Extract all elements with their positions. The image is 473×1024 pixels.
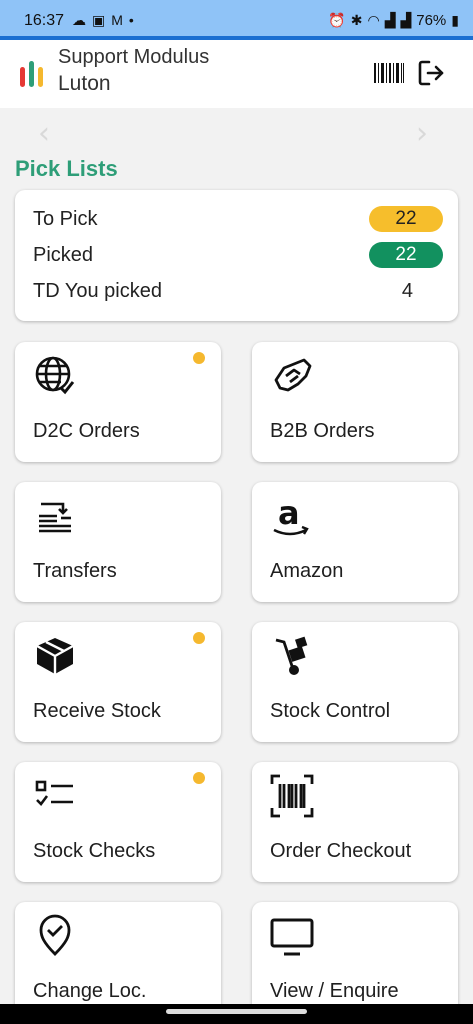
monitor-icon: [270, 918, 314, 956]
box-icon: [36, 638, 74, 674]
notification-dot: [193, 772, 205, 784]
tile-label: Receive Stock: [33, 700, 161, 722]
home-gesture-handle[interactable]: [166, 1009, 307, 1014]
battery-text: 76%: [416, 12, 447, 29]
summary-label: To Pick: [33, 208, 98, 230]
tile-stock-control[interactable]: Stock Control: [252, 622, 458, 742]
tile-amazon[interactable]: a Amazon: [252, 482, 458, 602]
notification-icons: ☁ ▣ M •: [72, 12, 134, 29]
system-nav-bar: [0, 1004, 473, 1024]
wifi-icon: ◠: [367, 12, 380, 28]
tile-label: Amazon: [270, 560, 344, 582]
alarm-icon: ⏰: [328, 12, 346, 28]
tile-label: B2B Orders: [270, 420, 375, 442]
barcode-scan-icon: [270, 774, 314, 818]
logout-button[interactable]: [414, 58, 448, 88]
app-header: Support Modulus Luton: [0, 40, 473, 108]
battery-icon: ▮: [451, 12, 459, 28]
tile-label: Change Loc.: [33, 980, 147, 1002]
site-name: Luton: [58, 72, 111, 95]
amazon-icon: a: [273, 494, 309, 536]
tile-stock-checks[interactable]: Stock Checks: [15, 762, 221, 882]
signal-icon: ▟: [400, 12, 412, 28]
barcode-icon: [374, 63, 404, 83]
summary-label: TD You picked: [33, 280, 162, 302]
status-time: 16:37: [24, 12, 65, 29]
tile-label: Stock Checks: [33, 840, 156, 862]
logout-icon: [418, 60, 444, 86]
tile-label: Order Checkout: [270, 840, 412, 862]
carousel-prev-button[interactable]: ‹: [38, 116, 50, 151]
checklist-icon: [35, 780, 73, 806]
barcode-scan-button[interactable]: [372, 58, 406, 88]
company-name: Support Modulus: [58, 46, 210, 68]
summary-label: Picked: [33, 244, 94, 266]
notification-dot: [193, 352, 205, 364]
app-logo: [20, 59, 48, 87]
section-title: Pick Lists: [15, 156, 118, 181]
tile-order-checkout[interactable]: Order Checkout: [252, 762, 458, 882]
hand-truck-icon: [275, 636, 308, 675]
tile-label: Stock Control: [270, 700, 391, 722]
mail-icon: M: [111, 12, 123, 28]
cloud-icon: ☁: [72, 12, 86, 28]
tile-label: Transfers: [33, 560, 117, 582]
summary-row-to-pick: To Pick 22: [33, 204, 443, 234]
tile-b2b-orders[interactable]: B2B Orders: [252, 342, 458, 462]
bluetooth-icon: ✱: [350, 12, 363, 28]
carousel-next-button[interactable]: ›: [416, 116, 428, 151]
summary-row-td-picked: TD You picked 4: [33, 276, 443, 306]
notification-dot: [193, 632, 205, 644]
tile-label: D2C Orders: [33, 420, 140, 442]
tile-receive-stock[interactable]: Receive Stock: [15, 622, 221, 742]
tile-d2c-orders[interactable]: D2C Orders: [15, 342, 221, 462]
pick-list-summary-card[interactable]: To Pick 22 Picked 22 TD You picked 4: [15, 190, 458, 321]
summary-row-picked: Picked 22: [33, 240, 443, 270]
tile-transfers[interactable]: Transfers: [15, 482, 221, 602]
image-icon: ▣: [92, 12, 106, 28]
signal-icon: ▟: [384, 12, 396, 28]
system-icons: ⏰ ✱ ◠ ▟ ▟ 76% ▮: [328, 12, 459, 29]
location-check-icon: [39, 914, 71, 956]
status-bar: 16:37 ☁ ▣ M • ⏰ ✱ ◠ ▟ ▟ 76% ▮: [0, 0, 473, 38]
handshake-icon: [274, 358, 312, 392]
dot-icon: •: [128, 12, 134, 28]
tile-label: View / Enquire: [270, 980, 399, 1002]
picked-count-badge: 22: [369, 242, 443, 268]
transfer-icon: [39, 502, 71, 533]
td-picked-count: 4: [401, 280, 413, 302]
globe-check-icon: [35, 356, 75, 395]
svg-text:a: a: [278, 494, 300, 532]
to-pick-count-badge: 22: [369, 206, 443, 232]
carousel: ‹ ›: [0, 108, 473, 154]
